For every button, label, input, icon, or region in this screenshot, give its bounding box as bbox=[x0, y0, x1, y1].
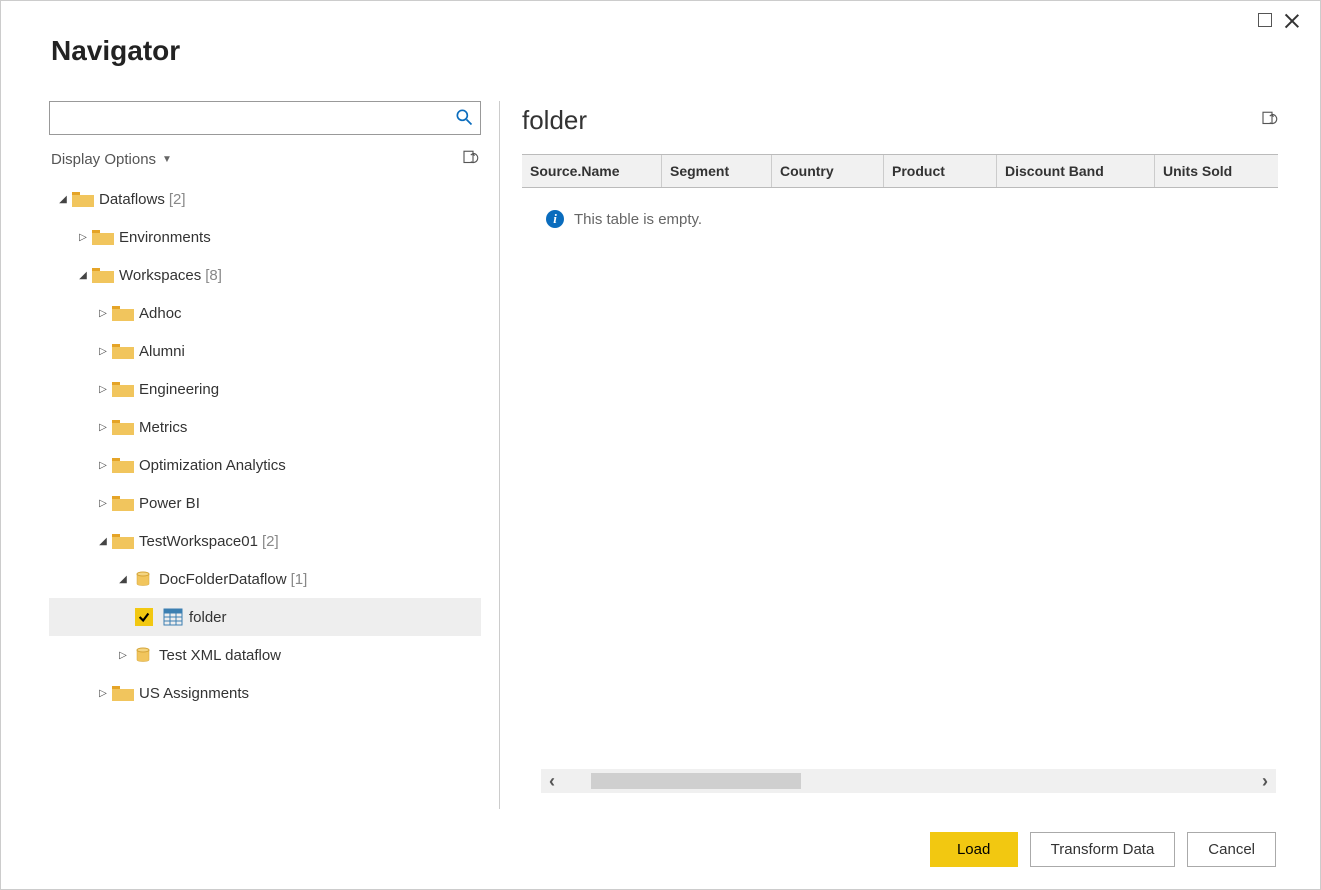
refresh-icon[interactable] bbox=[461, 149, 479, 170]
folder-icon bbox=[71, 188, 95, 210]
label: US Assignments bbox=[139, 685, 249, 702]
chevron-right-icon: ▷ bbox=[97, 422, 109, 433]
load-button[interactable]: Load bbox=[930, 832, 1018, 867]
chevron-right-icon: ▷ bbox=[97, 460, 109, 471]
tree-item-optimization-analytics[interactable]: ▷ Optimization Analytics bbox=[49, 446, 481, 484]
chevron-down-icon: ▼ bbox=[162, 154, 172, 165]
tree-item-test-xml-dataflow[interactable]: ▷ Test XML dataflow bbox=[49, 636, 481, 674]
tree-item-us-assignments[interactable]: ▷ US Assignments bbox=[49, 674, 481, 712]
tree-item-dataflows[interactable]: ◢ Dataflows [2] bbox=[49, 180, 481, 218]
count: [1] bbox=[291, 571, 308, 588]
column-header[interactable]: Product bbox=[884, 155, 997, 187]
database-icon bbox=[131, 568, 155, 590]
label: DocFolderDataflow bbox=[159, 571, 287, 588]
chevron-right-icon: ▷ bbox=[97, 498, 109, 509]
cancel-button[interactable]: Cancel bbox=[1187, 832, 1276, 867]
folder-icon bbox=[111, 340, 135, 362]
label: Dataflows bbox=[99, 191, 165, 208]
chevron-right-icon: ▷ bbox=[97, 308, 109, 319]
tree-item-folder[interactable]: folder bbox=[49, 598, 481, 636]
tree-item-environments[interactable]: ▷ Environments bbox=[49, 218, 481, 256]
chevron-right-icon: ▷ bbox=[97, 346, 109, 357]
tree-item-engineering[interactable]: ▷ Engineering bbox=[49, 370, 481, 408]
chevron-down-icon: ◢ bbox=[77, 270, 89, 281]
chevron-down-icon: ◢ bbox=[97, 536, 109, 547]
tree-item-testworkspace01[interactable]: ◢ TestWorkspace01[2] bbox=[49, 522, 481, 560]
horizontal-scrollbar[interactable]: ‹ › bbox=[541, 769, 1276, 793]
label: Workspaces bbox=[119, 267, 201, 284]
tree-item-metrics[interactable]: ▷ Metrics bbox=[49, 408, 481, 446]
label: Alumni bbox=[139, 343, 185, 360]
preview-table: Source.Name Segment Country Product Disc… bbox=[522, 154, 1278, 228]
folder-icon bbox=[111, 302, 135, 324]
search-icon[interactable] bbox=[454, 107, 474, 130]
column-header[interactable]: Source.Name bbox=[522, 155, 662, 187]
empty-message: This table is empty. bbox=[574, 211, 702, 228]
count: [8] bbox=[205, 267, 222, 284]
label: TestWorkspace01 bbox=[139, 533, 258, 550]
transform-data-button[interactable]: Transform Data bbox=[1030, 832, 1176, 867]
scrollbar-thumb[interactable] bbox=[591, 773, 801, 789]
chevron-right-icon: ▷ bbox=[77, 232, 89, 243]
scroll-right-icon[interactable]: › bbox=[1262, 771, 1268, 792]
table-icon bbox=[161, 606, 185, 628]
folder-icon bbox=[111, 530, 135, 552]
column-header[interactable]: Units Sold bbox=[1155, 155, 1278, 187]
folder-icon bbox=[111, 682, 135, 704]
label: Optimization Analytics bbox=[139, 457, 286, 474]
count: [2] bbox=[262, 533, 279, 550]
label: Power BI bbox=[139, 495, 200, 512]
folder-icon bbox=[111, 492, 135, 514]
empty-table-row: i This table is empty. bbox=[522, 188, 1278, 228]
folder-icon bbox=[111, 378, 135, 400]
chevron-down-icon: ◢ bbox=[117, 574, 129, 585]
page-title: Navigator bbox=[1, 1, 1320, 67]
label: Environments bbox=[119, 229, 211, 246]
chevron-right-icon: ▷ bbox=[97, 384, 109, 395]
chevron-right-icon: ▷ bbox=[97, 688, 109, 699]
info-icon: i bbox=[546, 210, 564, 228]
label: Metrics bbox=[139, 419, 187, 436]
column-header[interactable]: Segment bbox=[662, 155, 772, 187]
search-input-container bbox=[49, 101, 481, 135]
label: Engineering bbox=[139, 381, 219, 398]
tree-item-adhoc[interactable]: ▷ Adhoc bbox=[49, 294, 481, 332]
display-options-label: Display Options bbox=[51, 151, 156, 168]
label: folder bbox=[189, 609, 227, 626]
tree-item-workspaces[interactable]: ◢ Workspaces[8] bbox=[49, 256, 481, 294]
database-icon bbox=[131, 644, 155, 666]
label: Adhoc bbox=[139, 305, 182, 322]
preview-title: folder bbox=[522, 105, 587, 136]
column-header[interactable]: Country bbox=[772, 155, 884, 187]
label: Test XML dataflow bbox=[159, 647, 281, 664]
tree-item-power-bi[interactable]: ▷ Power BI bbox=[49, 484, 481, 522]
close-icon[interactable] bbox=[1284, 13, 1300, 29]
display-options-dropdown[interactable]: Display Options ▼ bbox=[51, 151, 172, 168]
scroll-left-icon[interactable]: ‹ bbox=[549, 771, 555, 792]
count: [2] bbox=[169, 191, 186, 208]
folder-icon bbox=[91, 264, 115, 286]
refresh-preview-icon[interactable] bbox=[1260, 110, 1278, 131]
checkbox-checked-icon[interactable] bbox=[135, 608, 153, 626]
chevron-right-icon: ▷ bbox=[117, 650, 129, 661]
column-header[interactable]: Discount Band bbox=[997, 155, 1155, 187]
chevron-down-icon: ◢ bbox=[57, 194, 69, 205]
folder-icon bbox=[111, 416, 135, 438]
tree-item-docfolderdataflow[interactable]: ◢ DocFolderDataflow[1] bbox=[49, 560, 481, 598]
maximize-icon[interactable] bbox=[1258, 13, 1272, 27]
folder-icon bbox=[91, 226, 115, 248]
folder-icon bbox=[111, 454, 135, 476]
tree-item-alumni[interactable]: ▷ Alumni bbox=[49, 332, 481, 370]
navigator-tree: ◢ Dataflows [2] ▷ Environments ◢ Workspace… bbox=[49, 180, 481, 809]
search-input[interactable] bbox=[56, 110, 454, 126]
